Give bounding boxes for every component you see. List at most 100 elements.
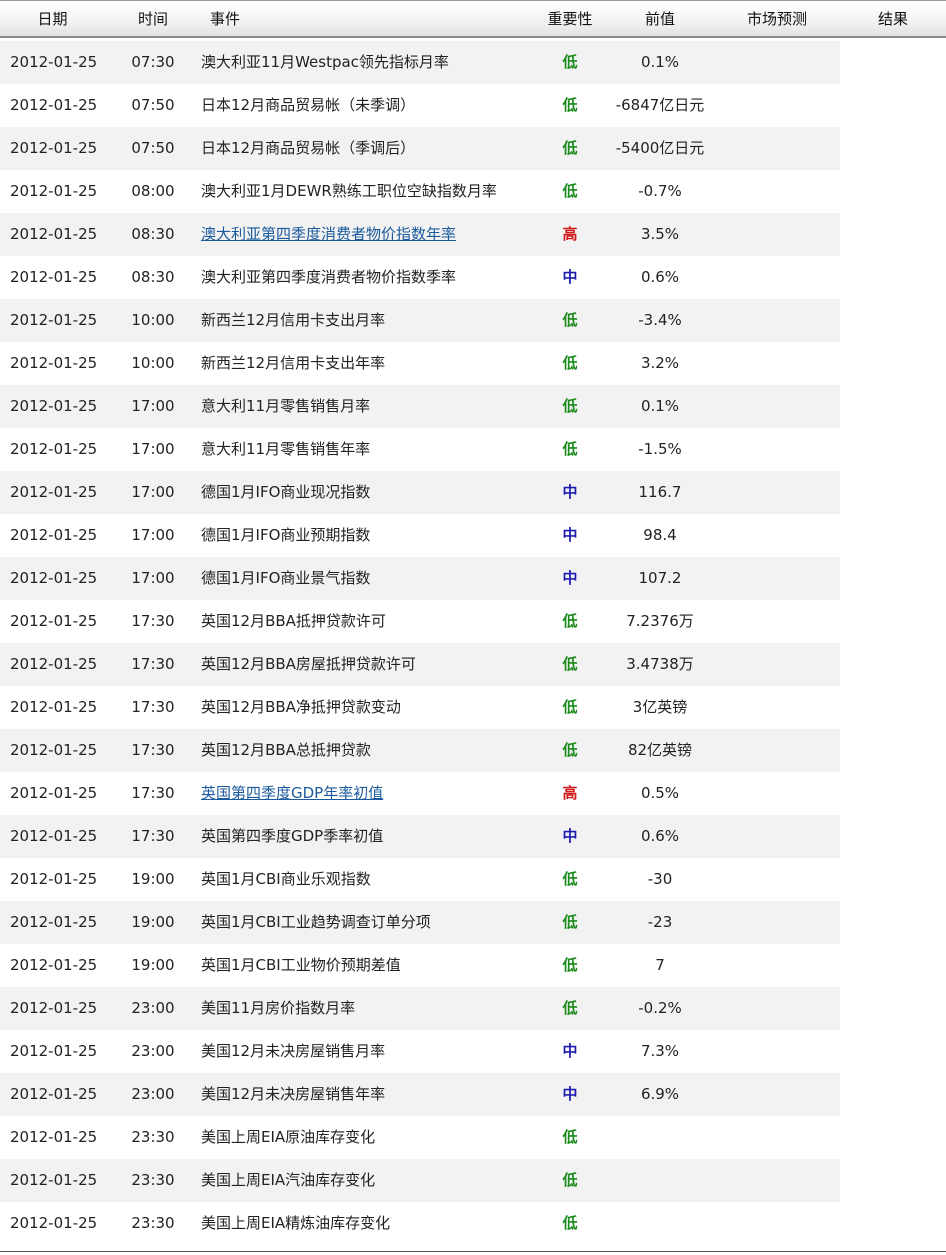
row-result: [848, 1159, 938, 1202]
row-forecast: [722, 643, 832, 686]
row-forecast: [722, 901, 832, 944]
table-row: 2012-01-25 23:00 美国12月未决房屋销售月率 中 7.3%: [0, 1030, 946, 1073]
row-importance-badge: 中: [562, 1042, 578, 1060]
row-event: 英国12月BBA净抵押贷款变动: [201, 698, 401, 716]
table-row: 2012-01-25 19:00 英国1月CBI商业乐观指数 低 -30: [0, 858, 946, 901]
row-time: 07:50: [131, 96, 175, 114]
row-time: 07:50: [131, 139, 175, 157]
row-event: 英国12月BBA房屋抵押贷款许可: [201, 655, 416, 673]
table-row: 2012-01-25 17:00 意大利11月零售销售月率 低 0.1%: [0, 385, 946, 428]
header-event: 事件: [209, 10, 240, 28]
row-date: 2012-01-25: [10, 225, 98, 243]
row-importance-badge: 中: [562, 1085, 578, 1103]
row-previous: -0.2%: [638, 999, 682, 1017]
row-event: 英国12月BBA总抵押贷款: [201, 741, 371, 759]
row-previous: 0.1%: [640, 53, 680, 71]
row-previous: 3亿英镑: [632, 698, 688, 716]
row-time: 17:00: [131, 526, 175, 544]
row-time: 07:30: [131, 53, 175, 71]
row-importance-badge: 低: [562, 655, 578, 673]
row-previous: 107.2: [638, 569, 682, 587]
row-date: 2012-01-25: [10, 655, 98, 673]
row-importance-badge: 低: [562, 397, 578, 415]
table-row: 2012-01-25 17:30 英国12月BBA房屋抵押贷款许可 低 3.4738万: [0, 643, 946, 686]
row-importance-badge: 低: [562, 698, 578, 716]
row-result: [848, 170, 938, 213]
row-event-link[interactable]: 澳大利亚第四季度消费者物价指数年率: [201, 213, 541, 256]
row-importance-badge: 低: [562, 53, 578, 71]
row-result: [848, 772, 938, 815]
row-event: 日本12月商品贸易帐（季调后）: [201, 139, 416, 157]
row-previous: 0.6%: [640, 268, 680, 286]
row-previous: -5400亿日元: [615, 139, 705, 157]
row-forecast: [722, 858, 832, 901]
row-event: 日本12月商品贸易帐（未季调）: [201, 96, 416, 114]
row-previous: 3.4738万: [626, 655, 694, 673]
row-event: 新西兰12月信用卡支出年率: [201, 354, 386, 372]
row-previous: 7.3%: [640, 1042, 680, 1060]
row-event: 德国1月IFO商业景气指数: [201, 569, 371, 587]
row-importance-badge: 中: [562, 569, 578, 587]
row-previous: -3.4%: [638, 311, 682, 329]
row-previous: 3.5%: [640, 225, 680, 243]
table-row: 2012-01-25 17:30 英国12月BBA净抵押贷款变动 低 3亿英镑: [0, 686, 946, 729]
row-forecast: [722, 815, 832, 858]
row-date: 2012-01-25: [10, 182, 98, 200]
row-forecast: [722, 557, 832, 600]
row-forecast: [722, 686, 832, 729]
row-date: 2012-01-25: [10, 354, 98, 372]
row-date: 2012-01-25: [10, 698, 98, 716]
row-importance-badge: 低: [562, 956, 578, 974]
row-importance-badge: 低: [562, 999, 578, 1017]
row-previous: -1.5%: [638, 440, 682, 458]
row-time: 17:30: [131, 784, 175, 802]
row-event: 美国上周EIA原油库存变化: [201, 1128, 376, 1146]
row-date: 2012-01-25: [10, 397, 98, 415]
row-importance-badge: 低: [562, 311, 578, 329]
row-result: [848, 471, 938, 514]
header-date: 日期: [37, 10, 68, 28]
row-time: 17:30: [131, 698, 175, 716]
row-result: [848, 815, 938, 858]
row-forecast: [722, 600, 832, 643]
row-importance-badge: 高: [562, 784, 578, 802]
row-date: 2012-01-25: [10, 268, 98, 286]
row-forecast: [722, 385, 832, 428]
row-event: 美国12月未决房屋销售月率: [201, 1042, 386, 1060]
table-row: 2012-01-25 23:30 美国上周EIA原油库存变化 低: [0, 1116, 946, 1159]
row-date: 2012-01-25: [10, 139, 98, 157]
row-event: 美国12月未决房屋销售年率: [201, 1085, 386, 1103]
row-result: [848, 729, 938, 772]
row-result: [848, 299, 938, 342]
row-importance-badge: 低: [562, 96, 578, 114]
row-date: 2012-01-25: [10, 1171, 98, 1189]
row-date: 2012-01-25: [10, 827, 98, 845]
row-forecast: [722, 170, 832, 213]
table-row: 2012-01-25 23:30 美国上周EIA汽油库存变化 低: [0, 1159, 946, 1202]
row-event: 英国第四季度GDP季率初值: [201, 827, 384, 845]
header-forecast: 市场预测: [746, 10, 807, 28]
table-row: 2012-01-25 19:00 英国1月CBI工业物价预期差值 低 7: [0, 944, 946, 987]
row-previous: -6847亿日元: [615, 96, 705, 114]
row-result: [848, 1116, 938, 1159]
table-row: 2012-01-25 10:00 新西兰12月信用卡支出月率 低 -3.4%: [0, 299, 946, 342]
row-result: [848, 213, 938, 256]
row-forecast: [722, 1030, 832, 1073]
table-row: 2012-01-25 10:00 新西兰12月信用卡支出年率 低 3.2%: [0, 342, 946, 385]
row-previous: 7: [655, 956, 665, 974]
row-date: 2012-01-25: [10, 311, 98, 329]
row-importance-badge: 中: [562, 827, 578, 845]
row-forecast: [722, 127, 832, 170]
row-event-link[interactable]: 英国第四季度GDP年率初值: [201, 772, 541, 815]
row-time: 23:30: [131, 1171, 175, 1189]
header-previous: 前值: [644, 10, 675, 28]
row-date: 2012-01-25: [10, 999, 98, 1017]
row-date: 2012-01-25: [10, 483, 98, 501]
row-date: 2012-01-25: [10, 569, 98, 587]
row-event: 澳大利亚11月Westpac领先指标月率: [201, 53, 449, 71]
row-time: 19:00: [131, 870, 175, 888]
table-row: 2012-01-25 17:30 英国第四季度GDP季率初值 中 0.6%: [0, 815, 946, 858]
row-result: [848, 643, 938, 686]
row-time: 08:00: [131, 182, 175, 200]
row-date: 2012-01-25: [10, 956, 98, 974]
